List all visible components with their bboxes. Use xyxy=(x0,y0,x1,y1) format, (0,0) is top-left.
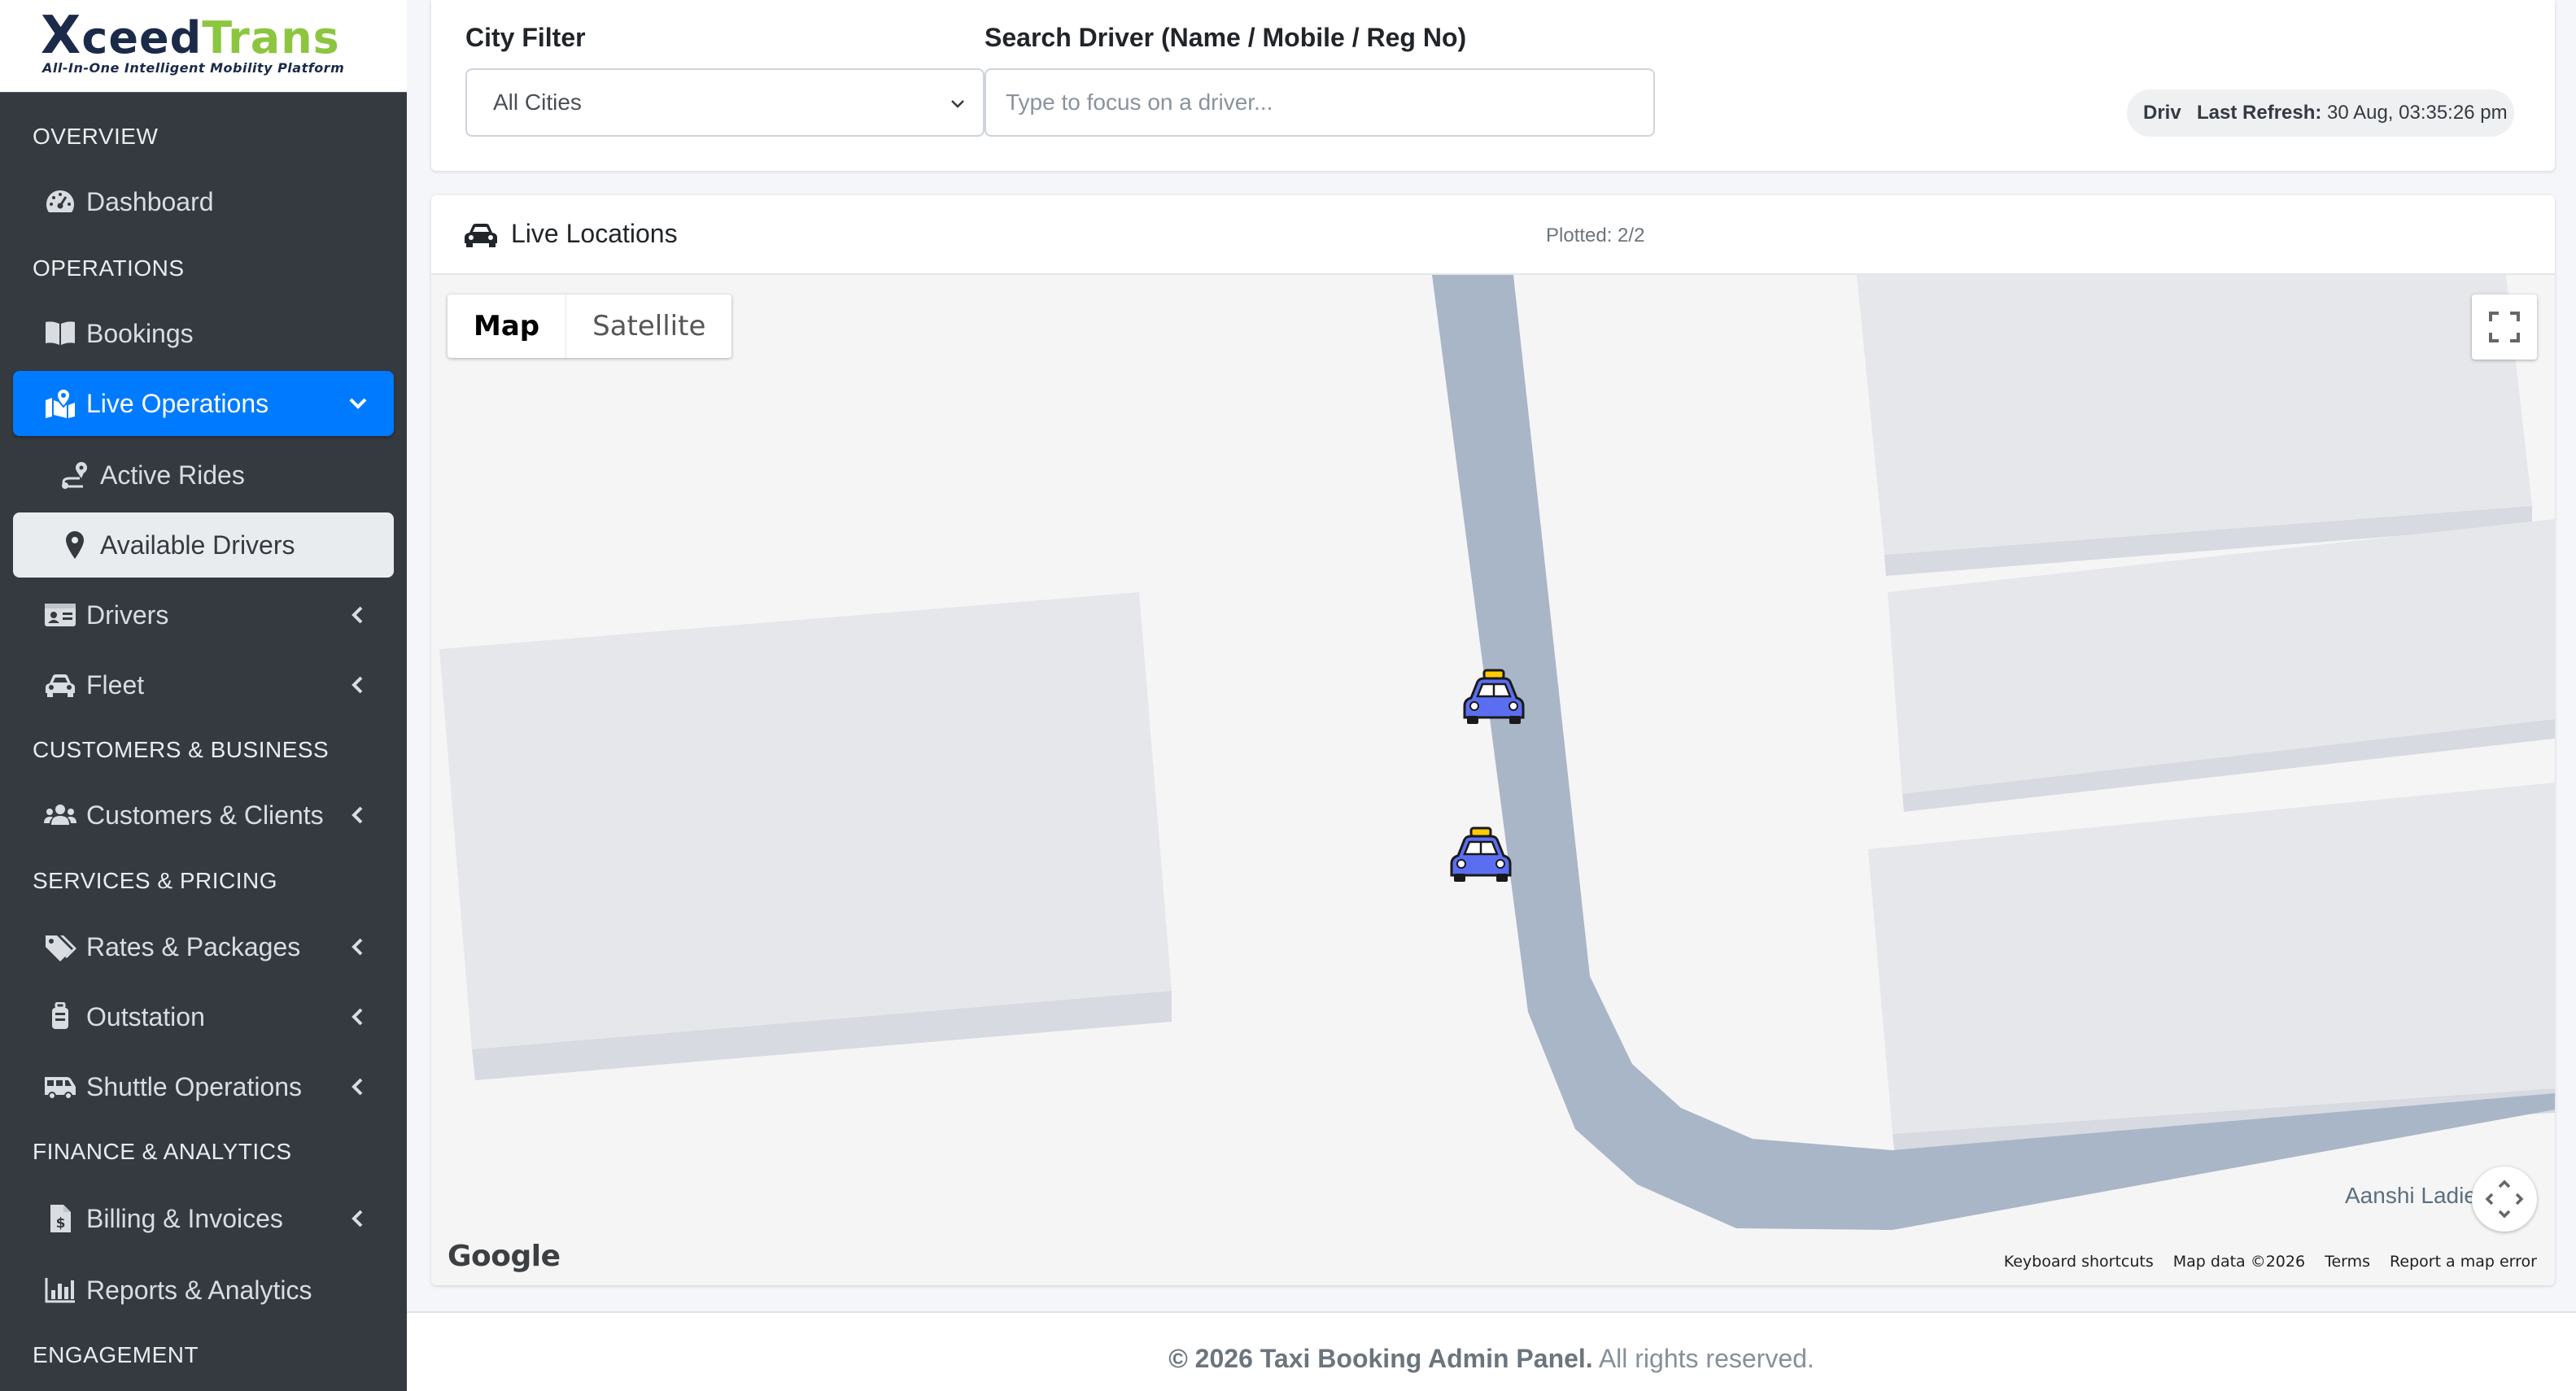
driver-marker[interactable] xyxy=(1463,669,1525,726)
sidebar-item-label: Live Operations xyxy=(86,389,269,418)
sidebar-item-drivers[interactable]: Drivers xyxy=(13,582,394,648)
sidebar-item-available-drivers[interactable]: Available Drivers xyxy=(13,512,394,578)
search-driver-label: Search Driver (Name / Mobile / Reg No) xyxy=(985,23,1467,52)
section-header-finance: FINANCE & ANALYTICS xyxy=(33,1139,292,1164)
map-attribution-bar: Keyboard shortcuts Map data ©2026 Terms … xyxy=(1985,1248,2555,1275)
sidebar: XceedTrans All-In-One Intelligent Mobili… xyxy=(0,0,407,1391)
sidebar-item-outstation[interactable]: Outstation xyxy=(13,984,394,1049)
sidebar-item-label: Outstation xyxy=(86,1002,205,1031)
chevron-down-icon xyxy=(951,100,964,108)
chevron-down-icon xyxy=(349,398,367,409)
chevron-left-icon xyxy=(351,676,363,694)
sidebar-item-live-operations[interactable]: Live Operations xyxy=(13,371,394,436)
chevron-left-icon xyxy=(351,938,363,956)
sidebar-item-rates-packages[interactable]: Rates & Packages xyxy=(13,914,394,979)
filter-card: City Filter All Cities Search Driver (Na… xyxy=(431,0,2555,171)
driver-marker[interactable] xyxy=(1450,826,1512,883)
suitcase-icon xyxy=(52,1002,68,1029)
section-header-engagement: ENGAGEMENT xyxy=(33,1342,199,1367)
map-pin-icon xyxy=(66,531,84,559)
id-card-icon xyxy=(45,604,76,626)
sidebar-item-billing-invoices[interactable]: $ Billing & Invoices xyxy=(13,1186,394,1251)
section-header-operations: OPERATIONS xyxy=(33,255,185,281)
svg-text:$: $ xyxy=(56,1215,66,1232)
terms-link[interactable]: Terms xyxy=(2325,1253,2370,1271)
map-place-label: Aanshi Ladie xyxy=(2345,1183,2477,1208)
footer-rights: All rights reserved. xyxy=(1598,1344,1814,1373)
map-card-title: Live Locations xyxy=(511,219,678,248)
sidebar-item-label: Active Rides xyxy=(100,460,245,490)
chevron-left-icon xyxy=(351,1008,363,1026)
sidebar-item-shuttle-operations[interactable]: Shuttle Operations xyxy=(13,1054,394,1119)
chevron-left-icon xyxy=(351,806,363,824)
live-locations-card: Live Locations Plotted: 2/2 Map Satellit… xyxy=(431,195,2555,1285)
sidebar-item-label: Available Drivers xyxy=(100,530,295,560)
map-building xyxy=(1868,783,2555,1134)
sidebar-item-label: Billing & Invoices xyxy=(86,1204,283,1233)
car-icon xyxy=(465,224,497,247)
google-logo: Google xyxy=(448,1240,561,1273)
last-refresh-badge: Last Refresh: 30 Aug, 03:35:26 pm xyxy=(2181,89,2514,137)
map-building xyxy=(439,592,1172,1049)
section-header-overview: OVERVIEW xyxy=(33,124,159,149)
sidebar-item-label: Drivers xyxy=(86,600,169,630)
sidebar-item-label: Customers & Clients xyxy=(86,800,324,830)
sidebar-item-label: Shuttle Operations xyxy=(86,1072,303,1101)
map-building xyxy=(1857,275,2532,555)
route-icon xyxy=(62,462,87,489)
chevron-left-icon xyxy=(351,1078,363,1096)
car-icon xyxy=(46,674,75,697)
fullscreen-button[interactable] xyxy=(2472,294,2537,360)
last-refresh-label: Last Refresh: xyxy=(2197,102,2322,124)
map-base-layer xyxy=(439,275,2555,1230)
tachometer-icon xyxy=(46,190,75,212)
book-icon xyxy=(46,321,75,345)
logo-wordmark: XceedTrans xyxy=(41,6,340,66)
sidebar-item-dashboard[interactable]: Dashboard xyxy=(13,169,394,234)
move-arrows-icon xyxy=(2485,1180,2524,1219)
sidebar-item-active-rides[interactable]: Active Rides xyxy=(13,443,394,508)
sidebar-item-customers-clients[interactable]: Customers & Clients xyxy=(13,783,394,848)
page-footer: © 2026 Taxi Booking Admin Panel. All rig… xyxy=(407,1311,2576,1391)
chevron-left-icon xyxy=(351,606,363,624)
report-map-error-link[interactable]: Report a map error xyxy=(2390,1253,2537,1271)
last-refresh-value: 30 Aug, 03:35:26 pm xyxy=(2327,102,2508,124)
sidebar-item-label: Dashboard xyxy=(86,187,214,216)
sidebar-item-label: Reports & Analytics xyxy=(86,1275,312,1305)
shuttle-van-icon xyxy=(45,1077,76,1100)
map-data-text: Map data ©2026 xyxy=(2172,1253,2306,1271)
sidebar-item-bookings[interactable]: Bookings xyxy=(13,301,394,366)
footer-copyright: © 2026 Taxi Booking Admin Panel. xyxy=(1168,1344,1593,1373)
sidebar-item-label: Fleet xyxy=(86,670,145,700)
city-filter-value: All Cities xyxy=(493,89,582,115)
sidebar-item-label: Rates & Packages xyxy=(86,932,301,961)
section-header-services: SERVICES & PRICING xyxy=(33,868,278,893)
chevron-left-icon xyxy=(351,1210,363,1227)
city-filter-label: City Filter xyxy=(465,23,586,52)
sidebar-item-reports-analytics[interactable]: Reports & Analytics xyxy=(13,1258,394,1323)
map-card-header: Live Locations Plotted: 2/2 xyxy=(431,195,2555,275)
camera-control-button[interactable] xyxy=(2472,1166,2537,1232)
live-map[interactable]: Map Satellite Aanshi Ladie Google Keyboa… xyxy=(431,275,2555,1285)
chart-bar-icon xyxy=(45,1278,75,1303)
driver-search-input[interactable] xyxy=(985,68,1655,137)
map-type-satellite-button[interactable]: Satellite xyxy=(566,294,731,358)
map-marked-icon xyxy=(46,389,75,418)
section-header-customers: CUSTOMERS & BUSINESS xyxy=(33,737,330,762)
file-invoice-dollar-icon: $ xyxy=(50,1205,71,1232)
sidebar-item-fleet[interactable]: Fleet xyxy=(13,652,394,717)
map-type-map-button[interactable]: Map xyxy=(448,294,567,358)
city-filter-select[interactable]: All Cities xyxy=(465,68,985,137)
plotted-count: Plotted: 2/2 xyxy=(1546,225,1645,246)
keyboard-shortcuts-link[interactable]: Keyboard shortcuts xyxy=(2004,1253,2154,1271)
brand-logo[interactable]: XceedTrans All-In-One Intelligent Mobili… xyxy=(0,0,407,93)
tags-icon xyxy=(46,935,76,961)
map-type-control: Map Satellite xyxy=(448,294,732,358)
users-icon xyxy=(44,805,76,825)
logo-tagline: All-In-One Intelligent Mobility Platform xyxy=(42,60,345,76)
fullscreen-icon xyxy=(2489,312,2520,342)
sidebar-item-label: Bookings xyxy=(86,319,194,348)
